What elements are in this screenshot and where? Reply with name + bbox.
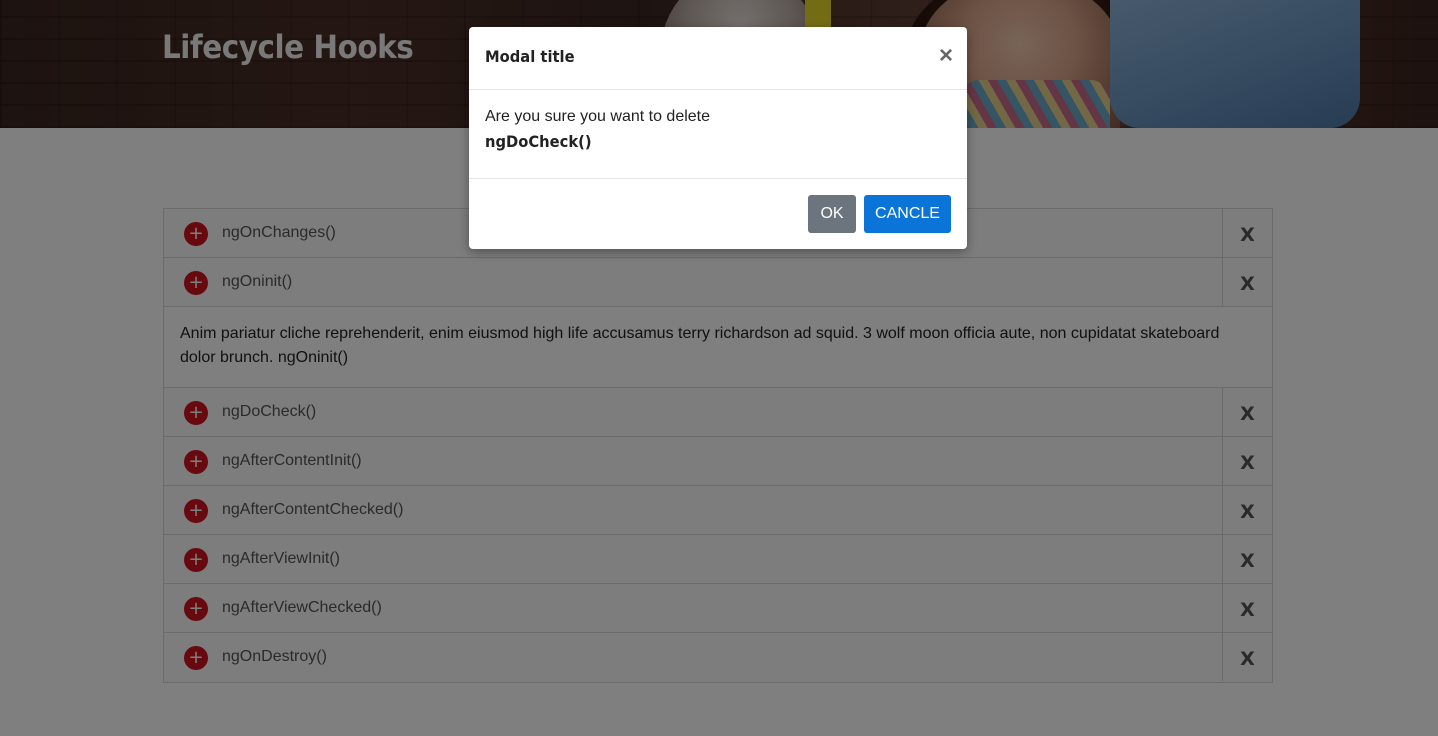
- cancel-button[interactable]: CANCLE: [864, 195, 951, 233]
- page: Lifecycle Hooks + ngOnChanges() X + ngOn…: [0, 0, 1438, 736]
- modal-message: Are you sure you want to delete: [485, 108, 711, 125]
- modal-body: Are you sure you want to delete ngDoChec…: [469, 90, 967, 179]
- confirm-delete-modal: Modal title × Are you sure you want to d…: [469, 27, 967, 249]
- ok-button[interactable]: OK: [808, 195, 856, 233]
- modal-target-name: ngDoCheck(): [485, 132, 592, 151]
- modal-footer: OK CANCLE: [469, 179, 967, 249]
- modal-title: Modal title: [485, 47, 575, 66]
- close-icon[interactable]: ×: [939, 43, 953, 69]
- modal-header: Modal title ×: [469, 27, 967, 90]
